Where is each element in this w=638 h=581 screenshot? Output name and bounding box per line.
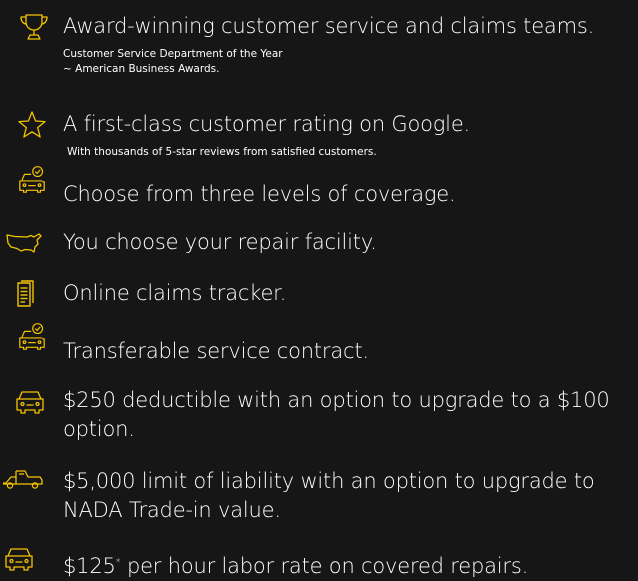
car-check-icon xyxy=(15,165,49,195)
feature-title: $125* per hour labor rate on covered rep… xyxy=(63,552,528,581)
feature-title: $5,000 limit of liability with an option… xyxy=(63,469,595,522)
tow-truck-icon xyxy=(2,468,44,490)
usa-map-icon xyxy=(5,228,45,258)
car-front-icon xyxy=(2,543,36,573)
car-check-icon xyxy=(15,322,49,352)
labor-rate-text: per hour labor rate on covered repairs. xyxy=(120,554,529,578)
feature-subtitle-line: ~ American Business Awards. xyxy=(63,63,220,75)
labor-rate-amount: $125 xyxy=(63,554,116,578)
feature-title: Online claims tracker. xyxy=(63,281,287,305)
feature-title: Choose from three levels of coverage. xyxy=(63,182,456,206)
feature-title: $250 deductible with an option to upgrad… xyxy=(63,388,610,441)
feature-title: You choose your repair facility. xyxy=(63,230,377,254)
feature-title: Award-winning customer service and claim… xyxy=(63,14,595,38)
feature-subtitle-line: With thousands of 5-star reviews from sa… xyxy=(67,146,377,158)
trophy-icon xyxy=(17,12,51,42)
feature-title: A first-class customer rating on Google. xyxy=(63,112,471,136)
feature-subtitle-line: Customer Service Department of the Year xyxy=(63,48,283,60)
car-front-icon xyxy=(13,386,47,416)
document-icon xyxy=(8,279,42,309)
star-icon xyxy=(15,110,49,140)
feature-title: Transferable service contract. xyxy=(63,339,369,363)
